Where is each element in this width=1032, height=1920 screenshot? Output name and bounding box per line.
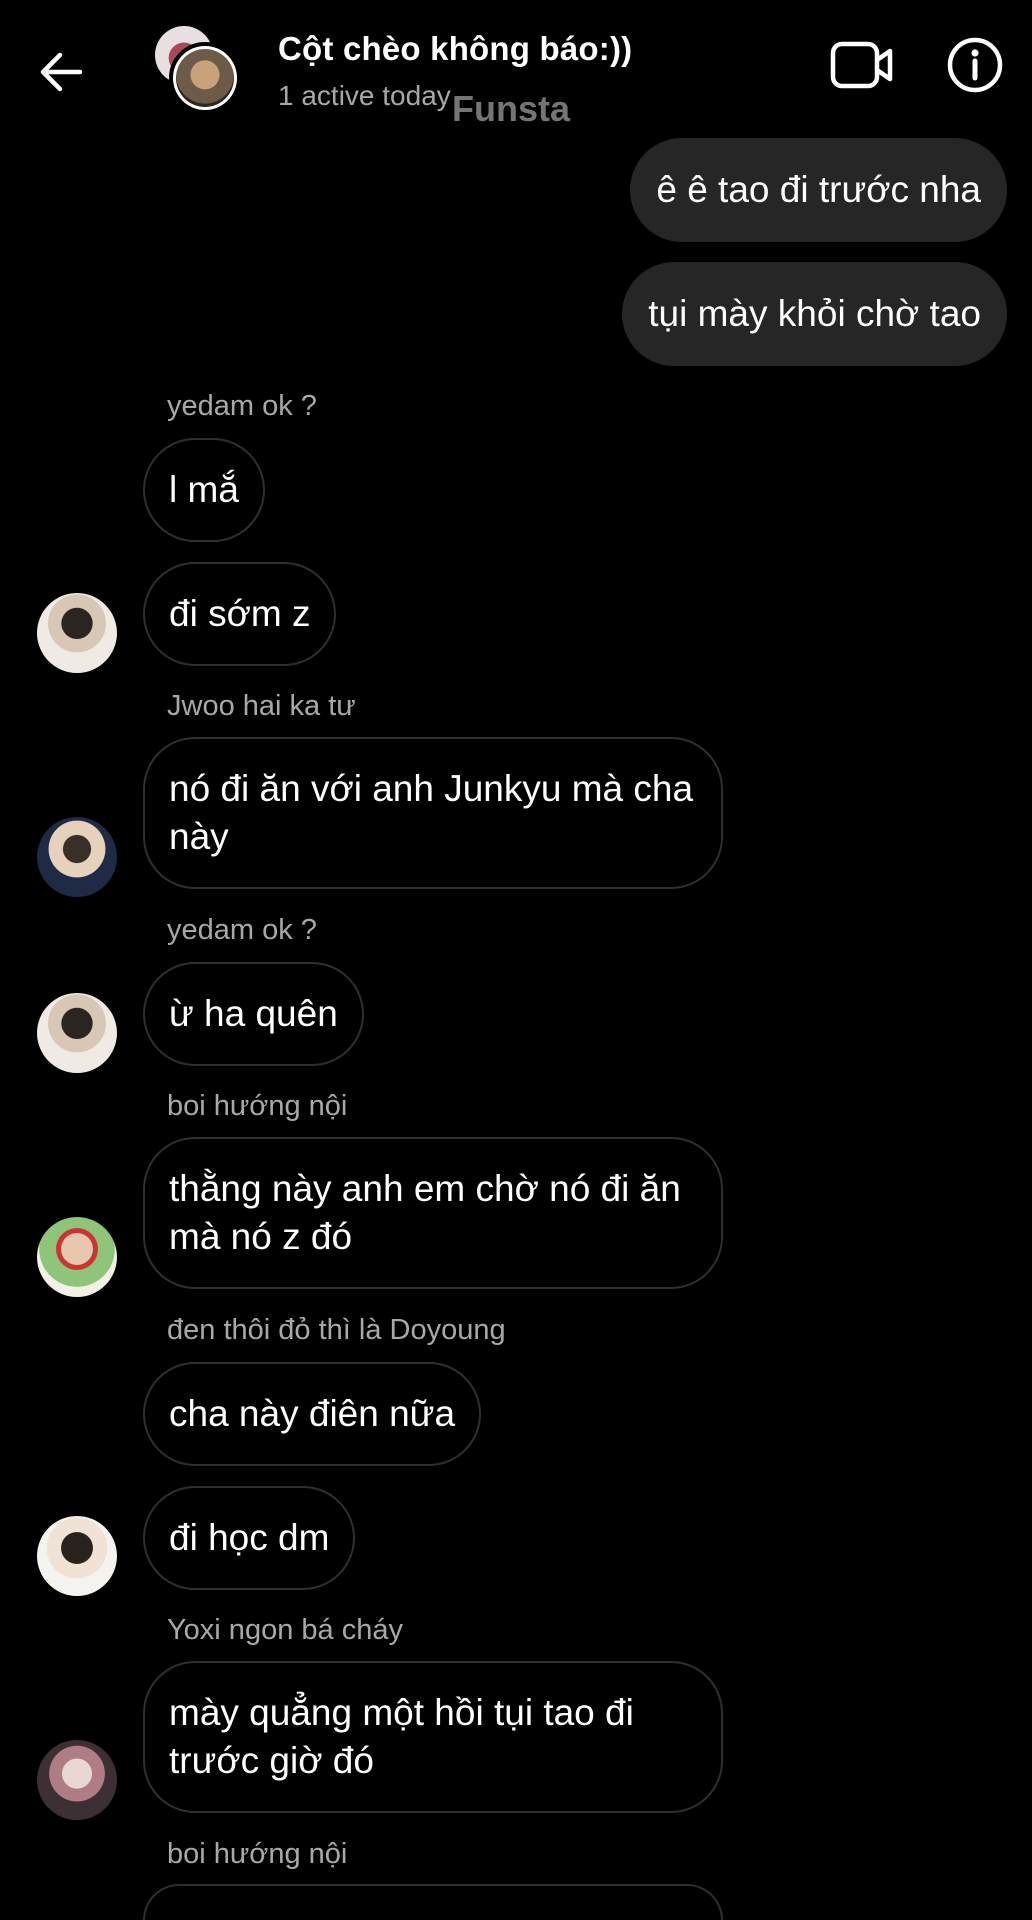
arrow-left-icon [40,52,83,92]
avatar[interactable] [37,993,117,1073]
avatar[interactable] [37,593,117,673]
watermark: Funsta [452,88,571,129]
video-call-button[interactable] [830,38,894,94]
received-message[interactable]: thằng này anh em chờ nó đi ăn mà nó z đó [143,1137,723,1289]
received-message[interactable] [143,1884,723,1920]
sender-name: đen thôi đỏ thì là Doyoung [167,1314,506,1346]
info-icon [947,37,1003,93]
active-status: 1 active today [278,80,451,111]
group-avatar[interactable] [155,26,247,116]
avatar[interactable] [37,1516,117,1596]
received-message[interactable]: đi sớm z [143,562,337,666]
info-button[interactable] [946,36,1004,94]
sender-name: Yoxi ngon bá cháy [167,1614,403,1646]
avatar[interactable] [37,1740,117,1820]
sent-message[interactable]: tụi mày khỏi chờ tao [622,262,1007,366]
received-message[interactable]: ừ ha quên [143,962,364,1066]
received-message[interactable]: đi học dm [143,1486,356,1590]
sender-name: Jwoo hai ka tư [167,690,356,722]
sender-name: yedam ok ? [167,914,317,946]
avatar[interactable] [37,817,117,897]
back-button[interactable] [34,44,90,100]
avatar[interactable] [37,1217,117,1297]
sender-name: boi hướng nội [167,1838,348,1870]
received-message[interactable]: nó đi ăn với anh Junkyu mà cha này [143,737,723,889]
chat-header: Cột chèo không báo:)) 1 active today Fun… [0,0,1032,130]
sender-name: boi hướng nội [167,1090,348,1122]
video-camera-icon [830,41,893,89]
chat-title[interactable]: Cột chèo không báo:)) [278,30,632,68]
received-message[interactable]: cha này điên nữa [143,1362,482,1466]
sent-message[interactable]: ê ê tao đi trước nha [630,138,1007,242]
avatar [169,42,241,114]
sender-name: yedam ok ? [167,390,317,422]
received-message[interactable]: l mắ [143,438,265,542]
received-message[interactable]: mày quẳng một hồi tụi tao đi trước giờ đ… [143,1661,723,1813]
